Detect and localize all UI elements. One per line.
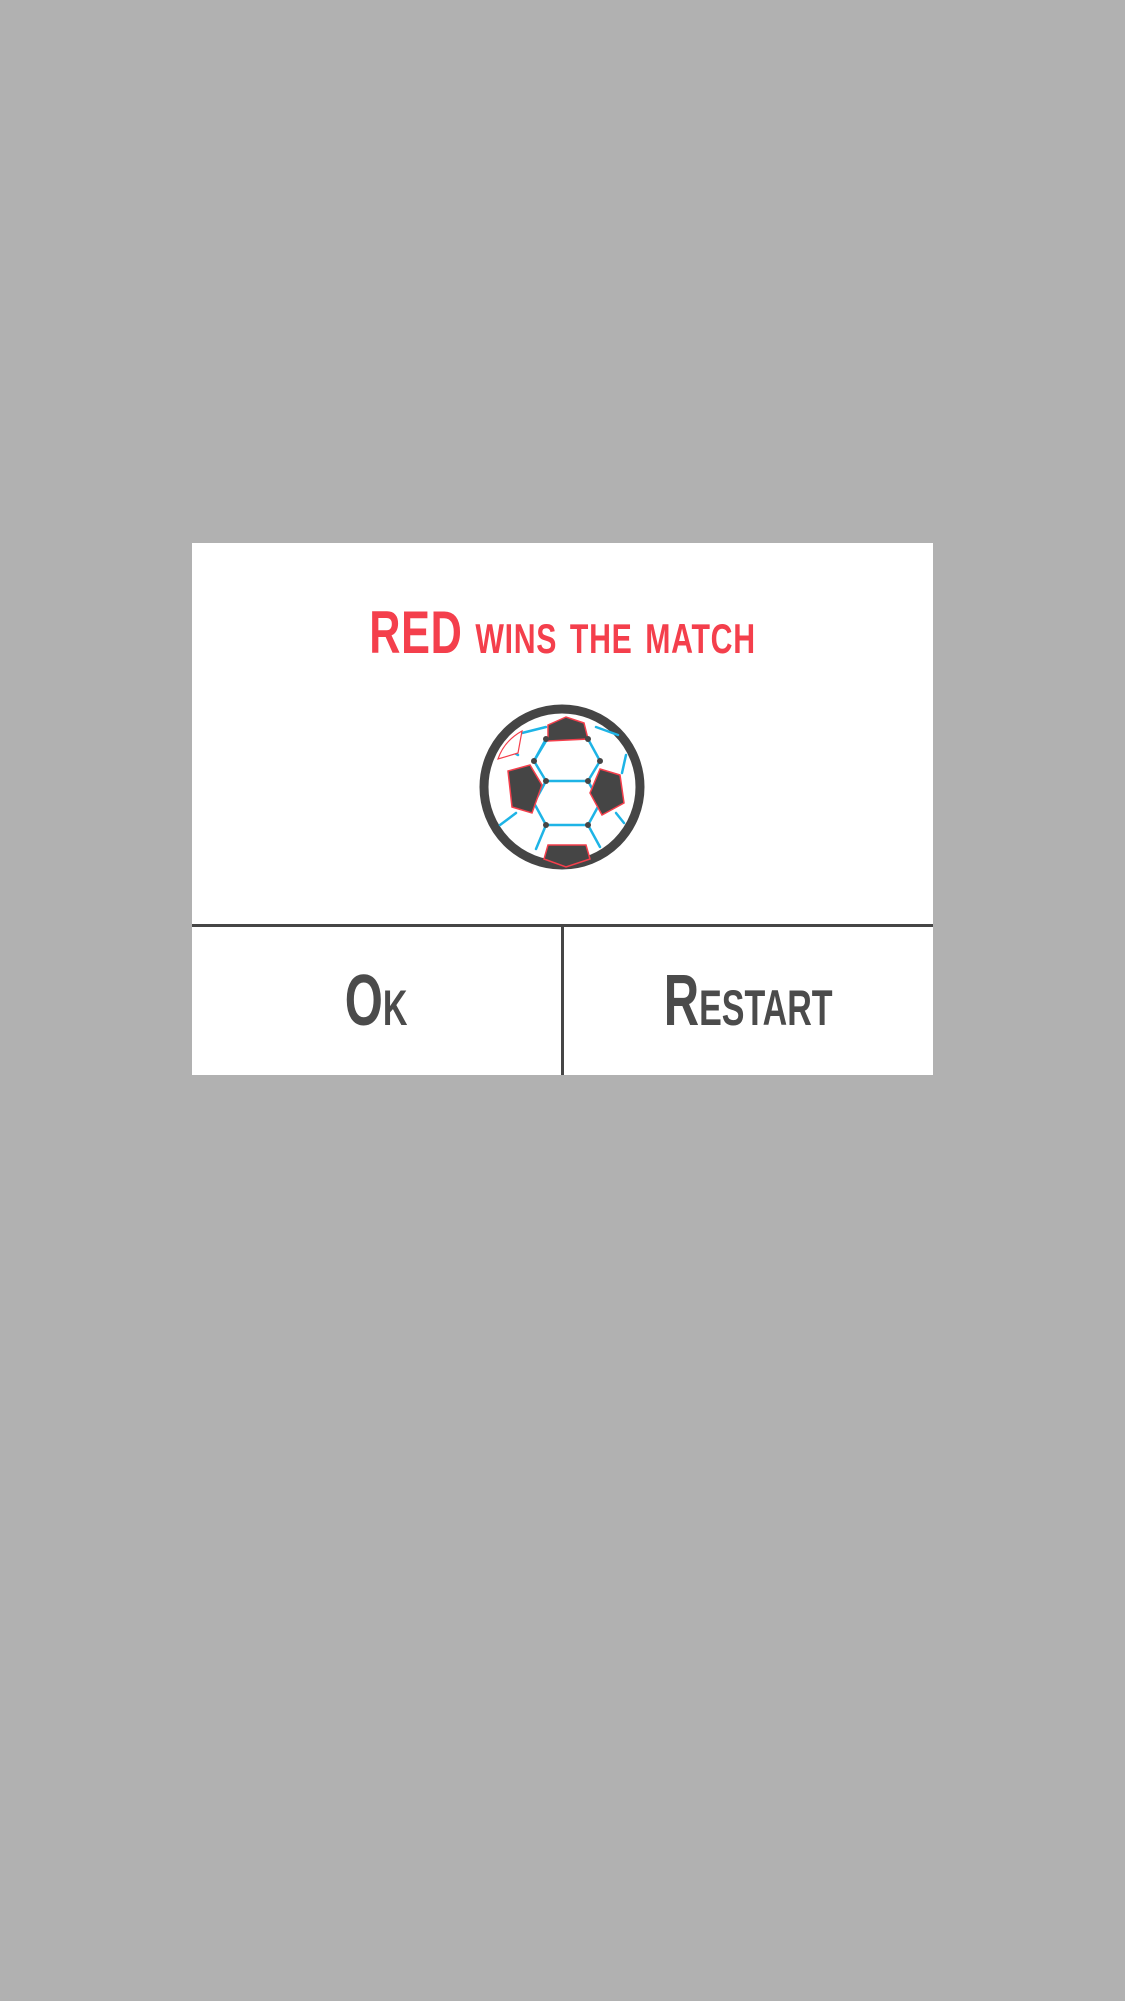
result-dialog: RED wins the match Ok Restart xyxy=(192,543,933,1075)
match-result-title: RED wins the match xyxy=(369,599,756,666)
soccer-ball-icon xyxy=(478,703,646,871)
restart-button[interactable]: Restart xyxy=(564,927,933,1075)
ok-button[interactable]: Ok xyxy=(192,927,561,1075)
ok-button-label: Ok xyxy=(345,961,408,1041)
restart-button-label: Restart xyxy=(664,961,833,1041)
